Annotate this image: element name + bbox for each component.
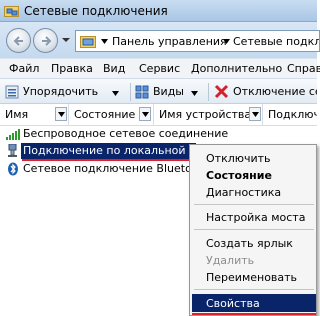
menu-item-status[interactable]: Состояние xyxy=(192,166,316,184)
lan-connection-icon xyxy=(5,143,21,158)
control-panel-folder-icon xyxy=(80,34,96,48)
navigation-bar: Панель управления Сетевые подключения xyxy=(0,22,320,58)
toolbar-divider xyxy=(208,83,209,101)
toolbar-divider xyxy=(130,83,131,101)
column-name[interactable]: Имя xyxy=(0,104,69,125)
menu-separator xyxy=(194,289,314,290)
red-x-icon xyxy=(214,84,229,99)
connection-label: Беспроводное сетевое соединение xyxy=(23,127,229,140)
menu-edit[interactable]: Правка xyxy=(51,62,93,75)
organize-icon xyxy=(5,85,19,99)
context-menu: Отключить Состояние Диагностика Настройк… xyxy=(189,144,317,316)
crumb-network-connections[interactable]: Сетевые подключения xyxy=(233,35,319,48)
column-filter-button[interactable] xyxy=(139,107,151,121)
menu-item-properties[interactable]: Свойства xyxy=(192,294,316,312)
views-button[interactable]: Виды xyxy=(135,83,203,101)
organize-label: Упорядочить xyxy=(23,85,99,98)
title-bar: Сетевые подключения xyxy=(0,0,317,22)
column-filter-button[interactable] xyxy=(249,107,261,121)
history-dropdown-icon[interactable] xyxy=(62,36,70,44)
arrow-left-icon xyxy=(13,36,23,46)
menu-separator xyxy=(194,229,314,230)
address-bar[interactable]: Панель управления Сетевые подключения xyxy=(75,30,320,52)
crumb-arrow-icon[interactable] xyxy=(223,39,230,44)
menu-item-bridge[interactable]: Настройка моста xyxy=(192,208,316,226)
forward-button[interactable] xyxy=(33,28,58,53)
column-connectivity[interactable]: Подключение xyxy=(263,104,317,125)
menu-file[interactable]: Файл xyxy=(9,62,39,75)
menu-item-create-shortcut[interactable]: Создать ярлык xyxy=(192,234,316,252)
column-device-name[interactable]: Имя устройства xyxy=(154,104,263,125)
menu-help[interactable]: Справка xyxy=(287,62,320,75)
annotation-underline xyxy=(192,313,316,315)
list-item[interactable]: Беспроводное сетевое соединение xyxy=(0,126,317,142)
menu-item-diagnose[interactable]: Диагностика xyxy=(192,183,316,201)
network-folder-icon xyxy=(4,4,19,18)
chevron-down-icon xyxy=(142,112,149,117)
disconnect-device-button[interactable]: Отключение сетевого устройства xyxy=(214,83,317,101)
arrow-right-icon xyxy=(42,36,52,46)
menu-bar: Файл Правка Вид Сервис Дополнительно Спр… xyxy=(0,58,320,78)
chevron-down-icon xyxy=(58,112,65,117)
crumb-arrow-icon[interactable] xyxy=(101,39,108,44)
menu-view[interactable]: Вид xyxy=(103,62,125,75)
menu-item-rename[interactable]: Переименовать xyxy=(192,268,316,286)
chevron-down-icon xyxy=(112,91,119,96)
menu-separator xyxy=(194,204,314,205)
disconnect-label: Отключение сетевого устройства xyxy=(233,85,317,98)
chevron-down-icon xyxy=(252,112,259,117)
connection-label: Сетевое подключение Bluetooth xyxy=(23,162,210,175)
chevron-down-icon xyxy=(191,91,198,96)
views-label: Виды xyxy=(153,85,184,98)
menu-item-delete: Удалить xyxy=(206,254,255,267)
column-filter-button[interactable] xyxy=(55,107,67,121)
bluetooth-icon xyxy=(5,162,21,176)
organize-button[interactable]: Упорядочить xyxy=(5,83,125,101)
command-toolbar: Упорядочить Виды Отключение сетевого уст… xyxy=(0,78,317,104)
wireless-signal-icon xyxy=(5,127,21,141)
column-header-row: Имя Состояние Имя устройства Подключение xyxy=(0,104,317,126)
menu-tools[interactable]: Сервис xyxy=(139,62,180,75)
crumb-control-panel[interactable]: Панель управления xyxy=(112,35,227,48)
back-button[interactable] xyxy=(6,28,31,53)
menu-item-disable[interactable]: Отключить xyxy=(192,149,316,167)
menu-advanced[interactable]: Дополнительно xyxy=(191,62,282,75)
views-icon xyxy=(135,85,149,99)
connection-label: Подключение по локальной сети xyxy=(23,144,216,157)
column-status[interactable]: Состояние xyxy=(69,104,154,125)
window-title: Сетевые подключения xyxy=(24,4,168,18)
